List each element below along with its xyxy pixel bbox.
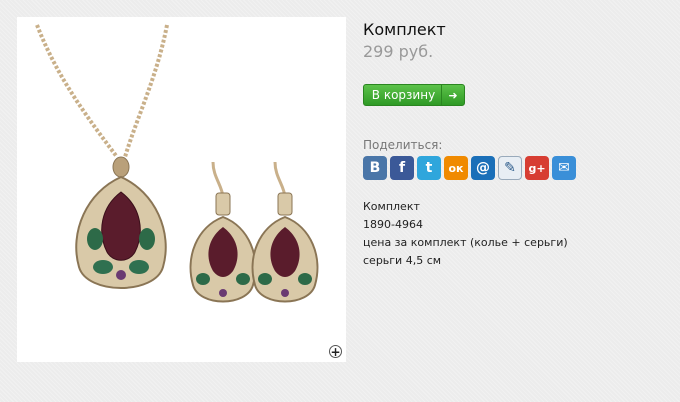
description-line: серьги 4,5 см [363, 254, 442, 267]
product-image[interactable]: + [17, 17, 346, 362]
googleplus-icon[interactable]: g+ [525, 156, 549, 180]
add-to-cart-label: В корзину [371, 88, 436, 102]
description-line: цена за комплект (колье + серьги) [363, 236, 568, 249]
zoom-icon[interactable]: + [329, 345, 342, 358]
mail-icon[interactable]: @ [471, 156, 495, 180]
twitter-icon[interactable]: t [417, 156, 441, 180]
email-icon[interactable]: ✉ [552, 156, 576, 180]
add-to-cart-button[interactable]: В корзину ➜ [363, 84, 465, 106]
odnoklassniki-icon[interactable]: ок [444, 156, 468, 180]
product-title: Комплект [363, 20, 446, 39]
description-line: 1890-4964 [363, 218, 423, 231]
livejournal-icon[interactable]: ✎ [498, 156, 522, 180]
arrow-right-icon: ➜ [441, 85, 464, 105]
product-description: Комплект 1890-4964 цена за комплект (кол… [363, 198, 568, 270]
product-price: 299 руб. [363, 42, 434, 61]
vk-icon[interactable]: B [363, 156, 387, 180]
facebook-icon[interactable]: f [390, 156, 414, 180]
share-label: Поделиться: [363, 138, 443, 152]
share-icons: Bf t ок @ ✎ g+ ✉ [363, 156, 576, 180]
jewelry-illustration [35, 24, 319, 303]
description-line: Комплект [363, 200, 420, 213]
